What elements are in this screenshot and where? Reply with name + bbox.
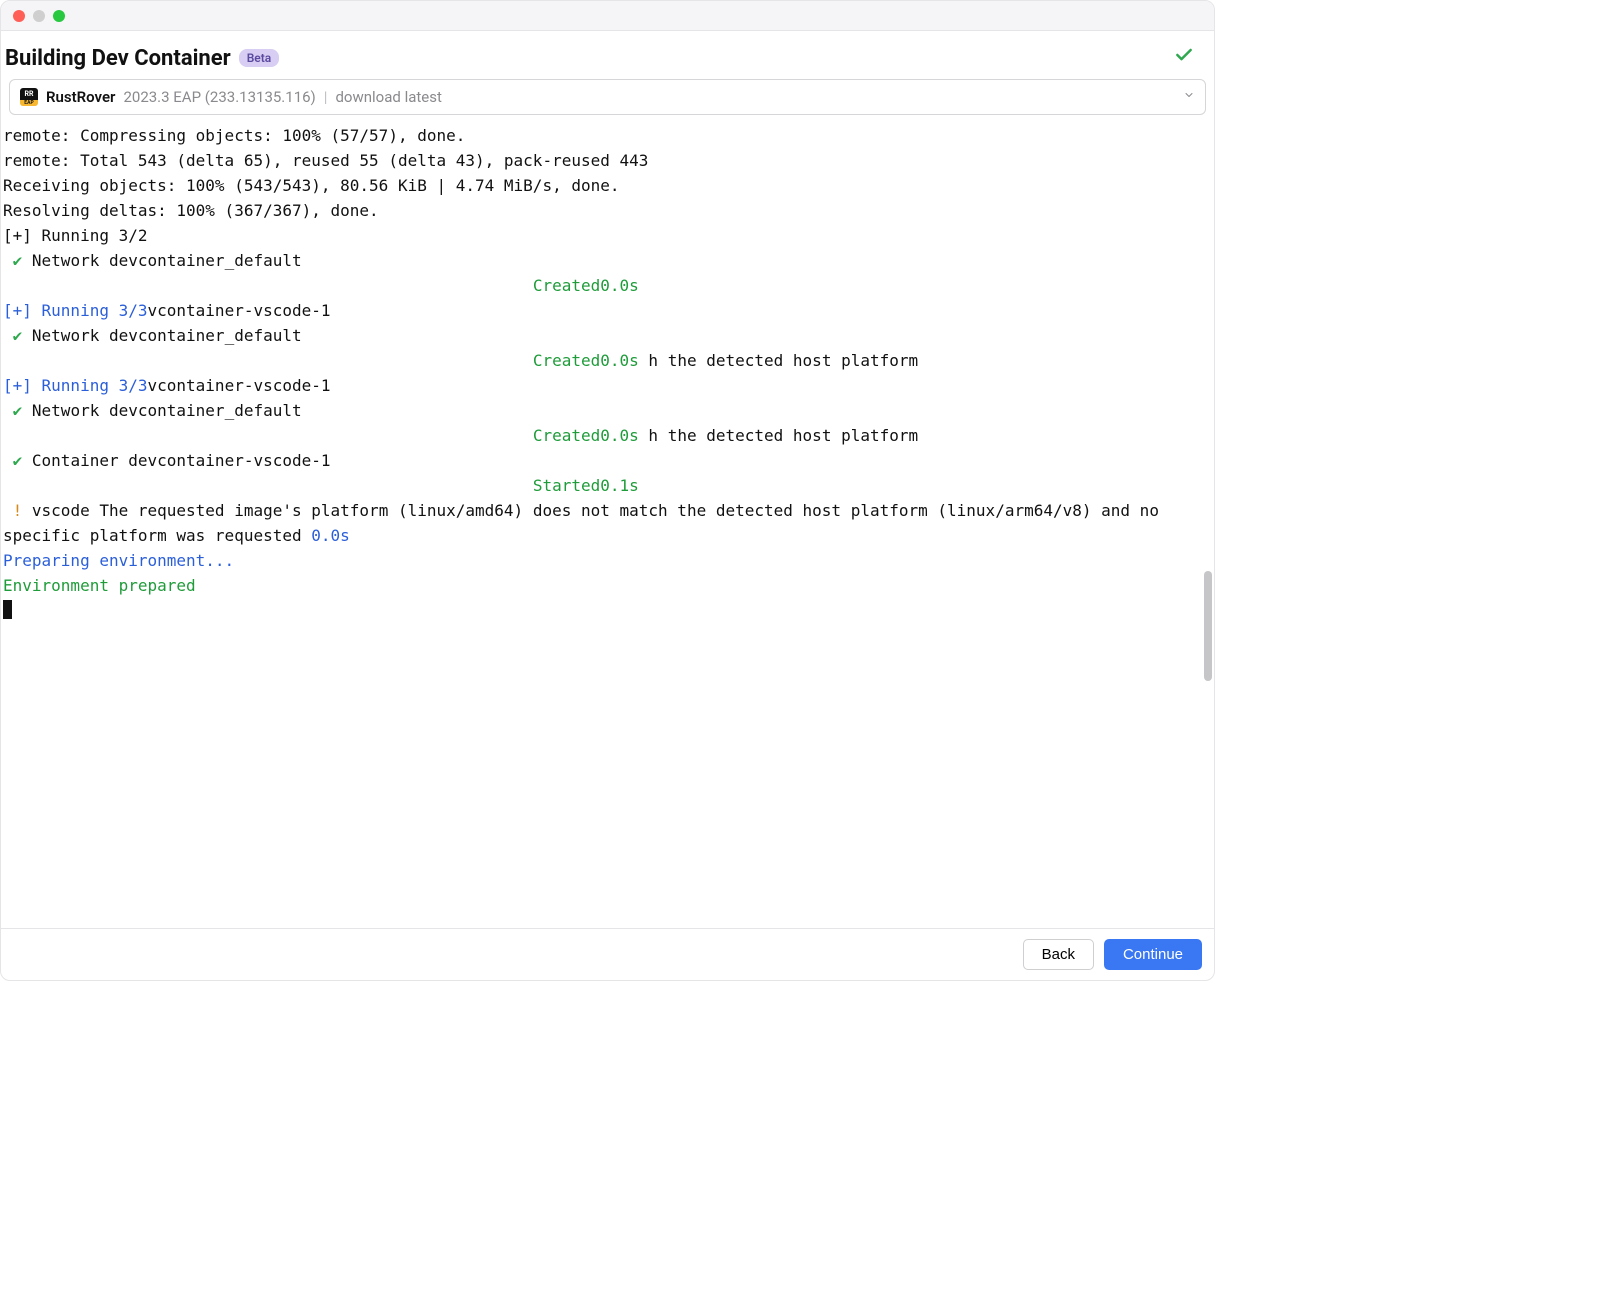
check-icon: ✔	[3, 401, 32, 420]
rustrover-icon: RR EAP	[20, 88, 38, 106]
build-log[interactable]: remote: Compressing objects: 100% (57/57…	[1, 121, 1214, 928]
titlebar	[1, 1, 1214, 31]
check-icon: ✔	[3, 326, 32, 345]
log-line: Receiving objects: 100% (543/543), 80.56…	[3, 176, 620, 195]
window-minimize-button[interactable]	[33, 10, 45, 22]
duration: 0.0s	[600, 426, 648, 445]
duration: 0.0s	[600, 276, 639, 295]
console-wrap: remote: Compressing objects: 100% (57/57…	[1, 121, 1214, 928]
status-created: Created	[3, 426, 600, 445]
status-success-icon	[1174, 45, 1204, 71]
ide-name: RustRover	[46, 88, 115, 106]
duration: 0.1s	[600, 476, 639, 495]
log-line: Resolving deltas: 100% (367/367), done.	[3, 201, 379, 220]
dialog-header: Building Dev Container Beta	[1, 31, 1214, 79]
chevron-down-icon	[1183, 89, 1195, 105]
running-status: [+] Running 3/3	[3, 301, 148, 320]
continue-button[interactable]: Continue	[1104, 939, 1202, 970]
check-icon: ✔	[3, 251, 32, 270]
beta-badge: Beta	[239, 49, 280, 67]
ide-version: 2023.3 EAP (233.13135.116)	[123, 88, 315, 106]
log-line: h the detected host platform	[648, 351, 927, 370]
separator: |	[324, 88, 328, 106]
window-zoom-button[interactable]	[53, 10, 65, 22]
log-line: Network devcontainer_default	[32, 326, 350, 345]
log-line: Container devcontainer-vscode-1	[32, 451, 350, 470]
log-line: Network devcontainer_default	[32, 251, 350, 270]
dialog-footer: Back Continue	[1, 928, 1214, 980]
dialog-title: Building Dev Container	[5, 46, 231, 71]
warning-icon: !	[3, 501, 32, 520]
terminal-cursor	[3, 600, 12, 619]
back-button[interactable]: Back	[1023, 939, 1094, 970]
log-line: h the detected host platform	[648, 426, 927, 445]
duration: 0.0s	[600, 351, 648, 370]
window-close-button[interactable]	[13, 10, 25, 22]
log-line: vcontainer-vscode-1	[148, 376, 331, 395]
status-started: Started	[3, 476, 600, 495]
status-created: Created	[3, 351, 600, 370]
duration: 0.0s	[311, 526, 350, 545]
log-line: remote: Total 543 (delta 65), reused 55 …	[3, 151, 648, 170]
running-status: [+] Running 3/3	[3, 376, 148, 395]
log-line: Network devcontainer_default	[32, 401, 350, 420]
status-created: Created	[3, 276, 600, 295]
dialog-window: Building Dev Container Beta RR EAP RustR…	[0, 0, 1215, 981]
log-line: [+] Running 3/2	[3, 226, 148, 245]
preparing-env: Preparing environment...	[3, 551, 234, 570]
download-latest-link[interactable]: download latest	[335, 88, 441, 106]
check-icon: ✔	[3, 451, 32, 470]
log-line: vcontainer-vscode-1	[148, 301, 331, 320]
ide-selector[interactable]: RR EAP RustRover 2023.3 EAP (233.13135.1…	[9, 79, 1206, 115]
log-line: remote: Compressing objects: 100% (57/57…	[3, 126, 465, 145]
env-prepared: Environment prepared	[3, 576, 196, 595]
warning-text: vscode The requested image's platform (l…	[3, 501, 1169, 545]
scrollbar-thumb[interactable]	[1204, 571, 1212, 681]
